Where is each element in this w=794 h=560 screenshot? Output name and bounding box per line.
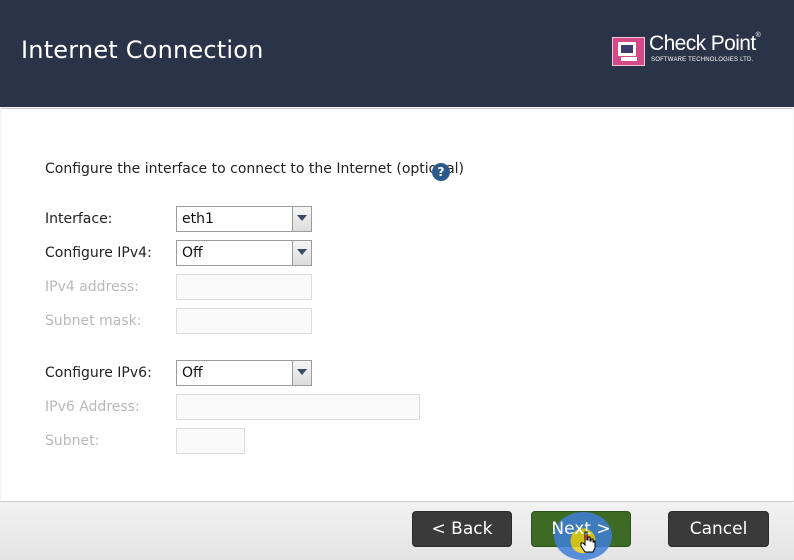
chevron-down-icon[interactable]	[292, 207, 311, 231]
back-button[interactable]: < Back	[412, 511, 512, 547]
logo-registered-mark: ®	[755, 32, 761, 39]
configure-ipv4-select[interactable]: Off	[176, 240, 312, 266]
subnet-field[interactable]	[176, 428, 245, 454]
intro-text: Configure the interface to connect to th…	[45, 161, 465, 177]
help-icon[interactable]: ?	[432, 163, 450, 181]
logo-tagline: SOFTWARE TECHNOLOGIES LTD.	[651, 57, 754, 63]
interface-label: Interface:	[45, 211, 113, 227]
configure-ipv6-label: Configure IPv6:	[45, 365, 152, 381]
interface-select-value: eth1	[182, 211, 214, 227]
ipv4-address-label: IPv4 address:	[45, 279, 139, 295]
cancel-button[interactable]: Cancel	[668, 511, 769, 547]
configure-ipv4-label: Configure IPv4:	[45, 245, 152, 261]
ipv6-address-label: IPv6 Address:	[45, 399, 140, 415]
check-point-logo: Check Point® SOFTWARE TECHNOLOGIES LTD.	[612, 32, 777, 70]
configure-ipv4-value: Off	[182, 245, 203, 261]
subnet-mask-label: Subnet mask:	[45, 313, 142, 329]
page-title: Internet Connection	[21, 36, 264, 64]
header-bar: Internet Connection Check Point® SOFTWAR…	[0, 0, 794, 107]
chevron-down-icon[interactable]	[292, 361, 311, 385]
logo-mark-icon	[612, 37, 645, 66]
ipv6-address-field[interactable]	[176, 394, 420, 420]
interface-select[interactable]: eth1	[176, 206, 312, 232]
subnet-mask-field[interactable]	[176, 308, 312, 334]
configure-ipv6-value: Off	[182, 365, 203, 381]
subnet-label: Subnet:	[45, 433, 100, 449]
footer-bar: < Back Next > Cancel	[0, 501, 794, 560]
back-button-label: < Back	[431, 519, 493, 539]
wizard-window: Internet Connection Check Point® SOFTWAR…	[0, 0, 794, 560]
logo-name: Check Point	[649, 32, 756, 55]
cancel-button-label: Cancel	[689, 519, 748, 539]
configure-ipv6-select[interactable]: Off	[176, 360, 312, 386]
hand-cursor-icon	[580, 531, 596, 553]
form-panel: Configure the interface to connect to th…	[1, 108, 793, 502]
chevron-down-icon[interactable]	[292, 241, 311, 265]
ipv4-address-field[interactable]	[176, 274, 312, 300]
